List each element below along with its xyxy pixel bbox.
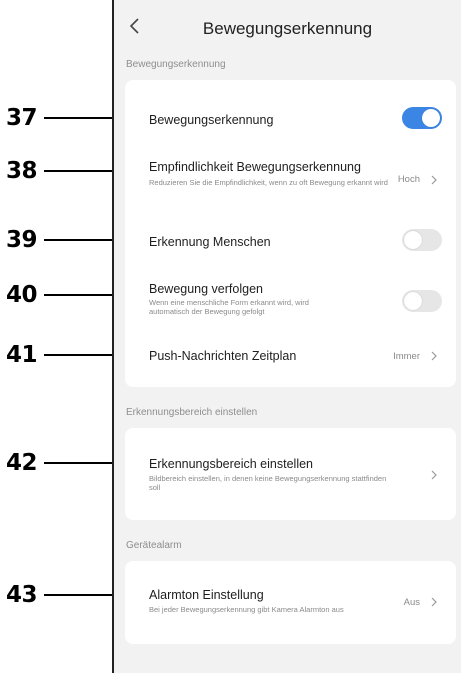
row-push-schedule[interactable]: Push-Nachrichten Zeitplan Immer (125, 342, 456, 372)
row-human-detection[interactable]: Erkennung Menschen (125, 224, 456, 256)
navigation-bar: Bewegungserkennung (114, 0, 461, 56)
chevron-right-icon (431, 351, 437, 361)
card-device-alarm: Alarmton Einstellung Bei jeder Bewegungs… (125, 561, 456, 644)
callout-number: 43 (6, 582, 38, 608)
alarm-sound-value: Aus (403, 597, 420, 608)
row-title: Alarmton Einstellung (149, 588, 264, 602)
section-label-detection-area: Erkennungsbereich einstellen (126, 407, 258, 418)
row-title: Push-Nachrichten Zeitplan (149, 349, 297, 363)
row-detection-area[interactable]: Erkennungsbereich einstellen Bildbereich… (125, 452, 456, 502)
row-title: Bewegung verfolgen (149, 282, 263, 296)
row-subtitle: Reduzieren Sie die Empfindlichkeit, wenn… (149, 178, 388, 187)
chevron-right-icon (431, 597, 437, 607)
callout-number: 38 (6, 158, 38, 184)
phone-screen: Bewegungserkennung Bewegungserkennung Be… (112, 0, 461, 673)
sensitivity-value: Hoch (397, 174, 420, 185)
toggle-knob (404, 292, 422, 310)
toggle-knob (404, 231, 422, 249)
row-title: Bewegungserkennung (149, 113, 274, 127)
row-subtitle: Wenn eine menschliche Form erkannt wird,… (149, 298, 309, 316)
callout-number: 40 (6, 282, 38, 308)
row-motion-detection[interactable]: Bewegungserkennung (125, 100, 456, 136)
callout-number: 42 (6, 450, 38, 476)
chevron-right-icon (431, 470, 437, 480)
row-title: Erkennungsbereich einstellen (149, 457, 313, 471)
page-title: Bewegungserkennung (202, 19, 373, 38)
motion-tracking-toggle[interactable] (402, 290, 442, 312)
motion-detection-toggle[interactable] (402, 107, 442, 129)
row-subtitle: Bei jeder Bewegungserkennung gibt Kamera… (149, 605, 344, 614)
callout-number: 41 (6, 342, 38, 368)
push-schedule-value: Immer (393, 351, 420, 362)
row-sensitivity[interactable]: Empfindlichkeit Bewegungserkennung Reduz… (125, 154, 456, 204)
card-detection-area: Erkennungsbereich einstellen Bildbereich… (125, 428, 456, 520)
human-detection-toggle[interactable] (402, 229, 442, 251)
card-motion-settings: Bewegungserkennung Empfindlichkeit Beweg… (125, 80, 456, 387)
row-subtitle: Bildbereich einstellen, in denen keine B… (149, 474, 387, 492)
section-label-motion: Bewegungserkennung (126, 59, 226, 70)
row-alarm-sound[interactable]: Alarmton Einstellung Bei jeder Bewegungs… (125, 585, 456, 621)
callout-number: 37 (6, 105, 38, 131)
row-title: Erkennung Menschen (149, 235, 271, 249)
chevron-right-icon (431, 175, 437, 185)
row-title: Empfindlichkeit Bewegungserkennung (149, 160, 361, 174)
row-motion-tracking[interactable]: Bewegung verfolgen Wenn eine menschliche… (125, 278, 456, 322)
toggle-knob (422, 109, 440, 127)
section-label-device-alarm: Gerätealarm (126, 540, 182, 551)
callout-number: 39 (6, 227, 38, 253)
